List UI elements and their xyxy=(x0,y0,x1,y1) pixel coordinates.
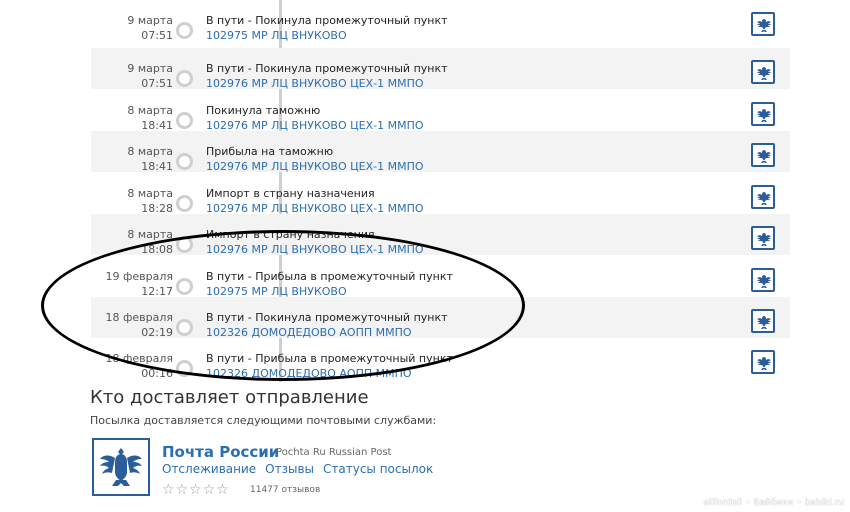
tracking-event-row: 18 февраля 02:19 В пути - Покинула промежу… xyxy=(91,297,790,340)
event-location-link[interactable]: 102975 МР ЛЦ ВНУКОВО xyxy=(206,28,347,43)
event-date: 8 марта xyxy=(127,228,173,241)
event-date: 9 марта xyxy=(127,14,173,27)
eagle-icon xyxy=(757,109,771,122)
eagle-icon xyxy=(757,275,771,288)
service-name-link[interactable]: Почта России xyxy=(162,443,279,461)
event-status: Прибыла на таможню xyxy=(206,145,334,158)
timeline-dot-icon xyxy=(176,236,193,253)
event-date: 19 февраля xyxy=(105,270,173,283)
russian-post-icon[interactable] xyxy=(751,350,775,374)
tracking-event-row: 9 марта 07:51 В пути - Покинула промежуточ… xyxy=(91,0,790,43)
service-alt-name: Pochta Ru Russian Post xyxy=(276,447,392,458)
eagle-emblem-icon xyxy=(100,448,142,486)
event-location-link[interactable]: 102326 ДОМОДЕДОВО АОПП ММПО xyxy=(206,366,412,381)
event-location-link[interactable]: 102976 МР ЛЦ ВНУКОВО ЦЕХ-1 ММПО xyxy=(206,76,424,91)
event-date: 8 марта xyxy=(127,104,173,117)
event-time: 18:08 xyxy=(141,243,173,256)
timeline-dot-icon xyxy=(176,153,193,170)
russian-post-icon[interactable] xyxy=(751,268,775,292)
delivery-heading: Кто доставляет отправление xyxy=(90,387,369,408)
event-datetime: 8 марта 18:41 xyxy=(127,144,173,174)
event-datetime: 19 февраля 12:17 xyxy=(105,269,173,299)
eagle-icon xyxy=(757,233,771,246)
event-status: В пути - Прибыла в промежуточный пункт xyxy=(206,352,453,365)
event-date: 8 марта xyxy=(127,145,173,158)
event-date: 18 февраля xyxy=(105,311,173,324)
event-location-link[interactable]: 102976 МР ЛЦ ВНУКОВО ЦЕХ-1 ММПО xyxy=(206,159,424,174)
timeline-dot-icon xyxy=(176,319,193,336)
timeline-dot-icon xyxy=(176,278,193,295)
reviews-link[interactable]: Отзывы xyxy=(265,462,314,476)
tracking-event-row: 9 марта 07:51 В пути - Покинула промежуточ… xyxy=(91,48,790,91)
event-time: 07:51 xyxy=(141,77,173,90)
russian-post-icon[interactable] xyxy=(751,226,775,250)
russian-post-icon[interactable] xyxy=(751,185,775,209)
event-date: 8 марта xyxy=(127,187,173,200)
event-status: Покинула таможню xyxy=(206,104,321,117)
tracking-event-row: 8 марта 18:41 Покинула таможню 102976 МР ЛЦ… xyxy=(91,90,790,133)
tracking-timeline: 9 марта 07:51 В пути - Покинула промежуточ… xyxy=(91,0,790,382)
eagle-icon xyxy=(757,316,771,329)
timeline-dot-icon xyxy=(176,22,193,39)
timeline-dot-icon xyxy=(176,70,193,87)
eagle-icon xyxy=(757,357,771,370)
tracking-event-row: 8 марта 18:41 Прибыла на таможню 102976 МР … xyxy=(91,131,790,174)
event-status: Импорт в страну назначения xyxy=(206,228,375,241)
event-status: Импорт в страну назначения xyxy=(206,187,375,200)
event-datetime: 18 февраля 02:19 xyxy=(105,310,173,340)
tracking-event-row: 18 февраля 00:16 В пути - Прибыла в промеж… xyxy=(91,338,790,381)
tracking-event-row: 19 февраля 12:17 В пути - Прибыла в промеж… xyxy=(91,256,790,299)
event-datetime: 9 марта 07:51 xyxy=(127,61,173,91)
delivery-subtitle: Посылка доставляется следующими почтовым… xyxy=(90,414,437,427)
rating-stars-icon[interactable]: ☆☆☆☆☆ xyxy=(162,482,230,498)
event-status: В пути - Покинула промежуточный пункт xyxy=(206,14,448,27)
event-date: 9 марта xyxy=(127,62,173,75)
timeline-dot-icon xyxy=(176,112,193,129)
eagle-icon xyxy=(757,150,771,163)
russian-post-icon[interactable] xyxy=(751,143,775,167)
tracking-event-row: 8 марта 18:08 Импорт в страну назначения 10… xyxy=(91,214,790,257)
reviews-count: 11477 отзывов xyxy=(250,485,321,495)
event-location-link[interactable]: 102976 МР ЛЦ ВНУКОВО ЦЕХ-1 ММПО xyxy=(206,242,424,257)
event-time: 18:41 xyxy=(141,160,173,173)
event-status: В пути - Покинула промежуточный пункт xyxy=(206,311,448,324)
tracking-link[interactable]: Отслеживание xyxy=(162,462,256,476)
tracking-event-row: 8 марта 18:28 Импорт в страну назначения 10… xyxy=(91,173,790,216)
timeline-dot-icon xyxy=(176,360,193,377)
watermark: allfordoll • Байбики • babiki.ru xyxy=(703,498,844,508)
eagle-icon xyxy=(757,192,771,205)
russian-post-icon[interactable] xyxy=(751,102,775,126)
event-datetime: 9 марта 07:51 xyxy=(127,13,173,43)
russian-post-icon[interactable] xyxy=(751,309,775,333)
event-time: 07:51 xyxy=(141,29,173,42)
event-status: В пути - Прибыла в промежуточный пункт xyxy=(206,270,453,283)
event-datetime: 8 марта 18:28 xyxy=(127,186,173,216)
event-status: В пути - Покинула промежуточный пункт xyxy=(206,62,448,75)
eagle-icon xyxy=(757,19,771,32)
event-datetime: 18 февраля 00:16 xyxy=(105,351,173,381)
event-date: 18 февраля xyxy=(105,352,173,365)
russian-post-logo[interactable] xyxy=(92,438,150,496)
event-datetime: 8 марта 18:08 xyxy=(127,227,173,257)
eagle-icon xyxy=(757,67,771,80)
statuses-link[interactable]: Статусы посылок xyxy=(323,462,433,476)
event-time: 00:16 xyxy=(141,367,173,380)
russian-post-icon[interactable] xyxy=(751,12,775,36)
timeline-dot-icon xyxy=(176,195,193,212)
service-links: Отслеживание Отзывы Статусы посылок xyxy=(162,462,442,476)
event-datetime: 8 марта 18:41 xyxy=(127,103,173,133)
russian-post-icon[interactable] xyxy=(751,60,775,84)
